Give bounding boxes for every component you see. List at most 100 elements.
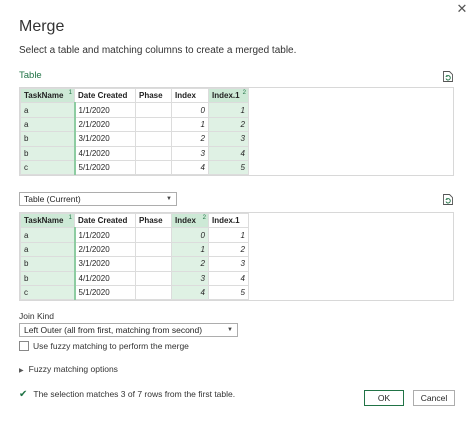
fuzzy-matching-checkbox[interactable] (19, 341, 29, 351)
table-cell: 2/1/2020 (74, 241, 136, 258)
column-header-label: TaskName (24, 216, 64, 226)
table-cell: 1 (208, 227, 249, 243)
table-cell: 2 (171, 131, 209, 147)
table-cell: 5 (208, 159, 249, 175)
column-header-label: Index (175, 216, 196, 226)
table-cell: 3 (171, 145, 209, 161)
table-row: b 4/1/2020 3 4 (20, 145, 249, 161)
column-header[interactable]: Phase (135, 213, 172, 229)
table-cell (135, 116, 172, 133)
table-cell (135, 145, 172, 161)
second-table-grid: TaskName 1 Date Created Phase Index 2 Index.1 … (20, 213, 249, 300)
table-cell: c (20, 159, 76, 175)
table-row: a 2/1/2020 1 2 (20, 241, 249, 258)
table-cell (135, 102, 172, 118)
table-cell: 2 (171, 256, 209, 272)
chevron-right-icon: ▶ (19, 368, 24, 374)
column-header-label: Index.1 (212, 91, 240, 101)
fuzzy-matching-label: Use fuzzy matching to perform the merge (33, 341, 189, 351)
table-cell: 1 (171, 116, 209, 133)
selection-order-badge: 1 (68, 215, 72, 221)
column-header-label: Index (175, 91, 196, 101)
table-cell: 3/1/2020 (74, 256, 136, 272)
table-cell (135, 284, 172, 300)
fuzzy-options-label: Fuzzy matching options (28, 364, 118, 374)
chevron-down-icon: ▼ (227, 327, 233, 333)
table-cell: 2/1/2020 (74, 116, 136, 133)
refresh-preview-icon[interactable] (442, 70, 454, 83)
table-cell (135, 131, 172, 147)
column-header-label: Date Created (78, 216, 128, 226)
column-header[interactable]: Index.1 (208, 213, 249, 229)
table-cell: a (20, 102, 76, 118)
table-cell: b (20, 270, 76, 286)
table-cell: 1/1/2020 (74, 227, 136, 243)
table-row: a 1/1/2020 0 1 (20, 227, 249, 243)
table-cell: 4 (208, 270, 249, 286)
second-table-select-value: Table (Current) (24, 194, 81, 204)
column-header[interactable]: Date Created (74, 88, 136, 104)
column-header-label: TaskName (24, 91, 64, 101)
dialog-subtitle: Select a table and matching columns to c… (19, 45, 297, 56)
table-row: b 3/1/2020 2 3 (20, 131, 249, 147)
column-header[interactable]: TaskName 1 (20, 88, 75, 104)
checkmark-icon: ✔ (19, 389, 28, 400)
table-cell: b (20, 145, 76, 161)
table-cell (135, 270, 172, 286)
table-cell (135, 227, 172, 243)
column-header[interactable]: Index (171, 88, 209, 104)
join-kind-select[interactable]: Left Outer (all from first, matching fro… (19, 323, 238, 337)
table-cell: 5 (208, 284, 249, 300)
column-header-label: Index.1 (212, 216, 240, 226)
table-row: c 5/1/2020 4 5 (20, 159, 249, 175)
second-table-preview[interactable]: TaskName 1 Date Created Phase Index 2 Index.1 … (19, 212, 454, 301)
column-header[interactable]: Date Created (74, 213, 136, 229)
table-row: c 5/1/2020 4 5 (20, 284, 249, 300)
selection-order-badge: 1 (68, 90, 72, 96)
second-table-select[interactable]: Table (Current) ▼ (19, 192, 177, 206)
table-cell: 4/1/2020 (74, 270, 136, 286)
table-cell: b (20, 131, 76, 147)
table-cell (135, 159, 172, 175)
match-status-text: The selection matches 3 of 7 rows from t… (33, 389, 236, 399)
dialog-title: Merge (19, 18, 65, 35)
selection-order-badge: 2 (242, 90, 246, 96)
close-icon[interactable]: ✕ (455, 2, 469, 16)
table-cell: 4/1/2020 (74, 145, 136, 161)
table-row: b 3/1/2020 2 3 (20, 256, 249, 272)
column-header-label: Phase (139, 91, 163, 101)
table-cell: c (20, 284, 76, 300)
table-cell (135, 256, 172, 272)
fuzzy-options-expander[interactable]: ▶ Fuzzy matching options (19, 364, 118, 374)
table-cell: 5/1/2020 (74, 159, 136, 175)
table-cell: 1 (208, 102, 249, 118)
column-header[interactable]: Index.1 2 (208, 88, 249, 104)
chevron-down-icon: ▼ (166, 196, 172, 202)
ok-button[interactable]: OK (364, 390, 404, 406)
first-table-grid: TaskName 1 Date Created Phase Index Index.1 2 … (20, 88, 249, 175)
table-row: b 4/1/2020 3 4 (20, 270, 249, 286)
table-cell: a (20, 227, 76, 243)
first-table-label: Table (19, 70, 42, 81)
first-table-preview[interactable]: TaskName 1 Date Created Phase Index Index.1 2 … (19, 87, 454, 176)
selection-order-badge: 2 (202, 215, 206, 221)
refresh-preview-icon[interactable] (442, 193, 454, 206)
cancel-button[interactable]: Cancel (413, 390, 455, 406)
table-cell: a (20, 116, 76, 133)
column-header[interactable]: Phase (135, 88, 172, 104)
column-header[interactable]: TaskName 1 (20, 213, 75, 229)
table-cell: 4 (171, 284, 209, 300)
table-cell: 4 (171, 159, 209, 175)
table-cell: 0 (171, 227, 209, 243)
table-cell (135, 241, 172, 258)
table-cell: 1/1/2020 (74, 102, 136, 118)
table-cell: 3 (171, 270, 209, 286)
table-cell: 2 (208, 241, 249, 258)
table-cell: 3/1/2020 (74, 131, 136, 147)
column-header-label: Date Created (78, 91, 128, 101)
table-cell: b (20, 256, 76, 272)
table-cell: 3 (208, 131, 249, 147)
match-status: ✔ The selection matches 3 of 7 rows from … (19, 389, 235, 400)
column-header[interactable]: Index 2 (171, 213, 209, 229)
table-cell: 0 (171, 102, 209, 118)
